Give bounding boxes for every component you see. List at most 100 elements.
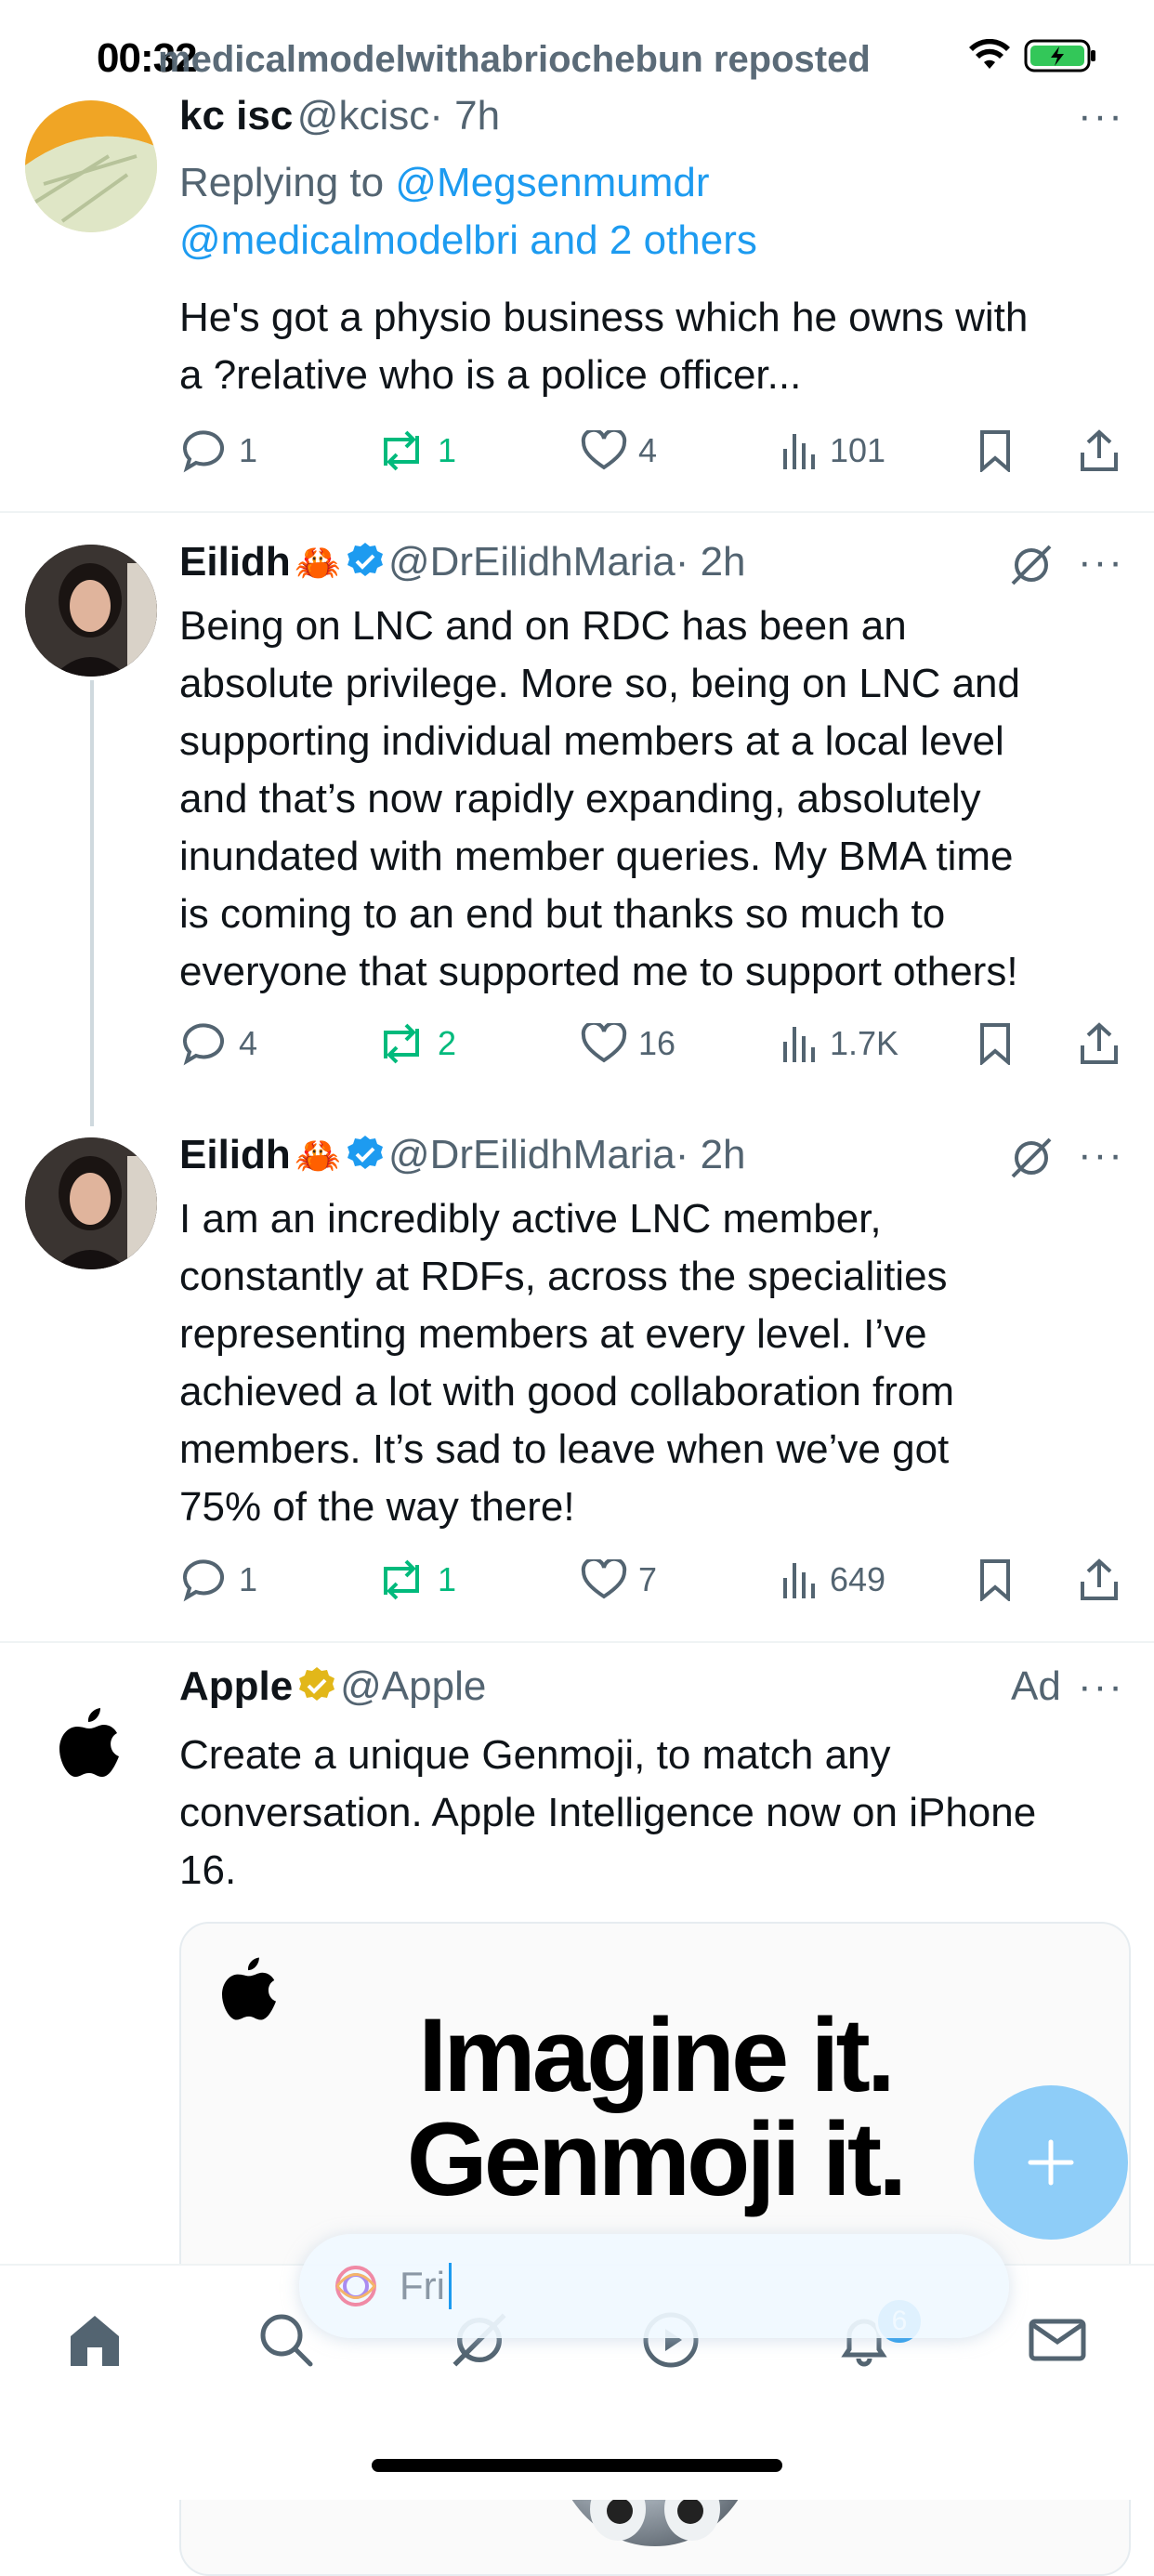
display-name[interactable]: Apple — [179, 1663, 293, 1709]
reply-button[interactable]: 4 — [179, 1021, 257, 1066]
tweet-actions: 4 2 16 1.7K — [179, 1016, 1127, 1071]
mention-link[interactable]: @medicalmodelbri and 2 others — [179, 217, 757, 263]
heart-icon — [581, 1023, 627, 1063]
home-icon — [71, 2316, 119, 2366]
nav-home[interactable] — [58, 2303, 132, 2377]
bookmark-button[interactable] — [978, 1558, 1012, 1601]
replying-to: Replying to @Megsenmumdr @medicalmodelbr… — [179, 154, 757, 269]
nav-messages[interactable] — [1020, 2303, 1095, 2377]
mention-link[interactable]: @Megsenmumdr — [395, 160, 709, 205]
share-button[interactable] — [1079, 1557, 1120, 1602]
user-handle[interactable]: @Apple — [340, 1663, 486, 1709]
tweet-text-line: is coming to an end but thanks so much t… — [179, 891, 946, 937]
divider — [0, 511, 1154, 513]
like-button[interactable]: 16 — [581, 1023, 675, 1064]
avatar-image — [25, 545, 157, 677]
more-options-icon[interactable]: ··· — [1078, 1132, 1124, 1178]
tweet-actions: 1 1 7 649 — [179, 1552, 1127, 1608]
repost-button[interactable]: 1 — [376, 1559, 456, 1600]
reply-button[interactable]: 1 — [179, 1557, 257, 1602]
view-count: 649 — [830, 1560, 886, 1598]
tweet-text-line: inundated with member queries. My BMA ti… — [179, 834, 1014, 879]
bookmark-button[interactable] — [978, 429, 1012, 472]
reply-icon — [182, 1559, 224, 1602]
repost-count: 1 — [438, 431, 457, 469]
avatar[interactable] — [25, 1137, 157, 1269]
avatar[interactable] — [25, 100, 157, 232]
like-count: 4 — [638, 431, 658, 469]
home-indicator[interactable] — [372, 2459, 782, 2472]
verified-badge-icon — [347, 543, 383, 576]
reply-count: 1 — [239, 1560, 258, 1598]
repost-button[interactable]: 1 — [376, 430, 456, 471]
reply-icon — [182, 430, 224, 473]
views-icon — [783, 1027, 815, 1062]
more-options-icon[interactable]: ··· — [1078, 1663, 1124, 1710]
view-count: 1.7K — [830, 1024, 899, 1062]
avatar[interactable] — [25, 545, 157, 677]
display-name[interactable]: Eilidh — [179, 1132, 291, 1177]
ad-headline-line: Imagine it. — [418, 1997, 896, 2113]
tweet-text-line: a ?relative who is a police officer... — [179, 352, 802, 398]
tweet-text-line: representing members at every level. I’v… — [179, 1311, 927, 1357]
repost-icon — [384, 1023, 419, 1064]
user-handle[interactable]: @DrEilidhMaria — [388, 539, 675, 585]
user-handle[interactable]: @kcisc — [297, 93, 429, 138]
tweet-time: · 7h — [429, 93, 501, 138]
like-button[interactable]: 7 — [581, 1559, 657, 1600]
share-icon — [1081, 1022, 1118, 1064]
more-options-icon[interactable]: ··· — [1078, 93, 1124, 139]
views-button[interactable]: 649 — [781, 1559, 885, 1600]
like-count: 7 — [638, 1560, 658, 1598]
user-handle[interactable]: @DrEilidhMaria — [388, 1132, 675, 1177]
repost-count: 2 — [438, 1024, 457, 1062]
reply-button[interactable]: 1 — [179, 428, 257, 473]
ad-text-line: Create a unique Genmoji, to match any — [179, 1732, 891, 1778]
share-button[interactable] — [1079, 1021, 1120, 1066]
views-icon — [783, 434, 815, 469]
compose-button[interactable] — [974, 2085, 1128, 2240]
reply-count: 1 — [239, 431, 258, 469]
grok-icon[interactable] — [1009, 543, 1054, 587]
repost-banner[interactable]: medicalmodelwithabriochebun reposted — [158, 39, 871, 81]
bookmark-button[interactable] — [978, 1022, 1012, 1065]
display-name[interactable]: Eilidh — [179, 539, 291, 585]
plus-icon — [1028, 2139, 1074, 2186]
views-button[interactable]: 101 — [781, 430, 885, 471]
reply-icon — [182, 1023, 224, 1066]
avatar-image — [25, 100, 157, 232]
like-button[interactable]: 4 — [581, 430, 657, 471]
repost-icon — [384, 1559, 419, 1600]
share-button[interactable] — [1079, 428, 1120, 473]
ad-text-line: conversation. Apple Intelligence now on … — [179, 1790, 1037, 1835]
bookmark-icon — [980, 1023, 1010, 1065]
grok-input-pill[interactable]: Fri — [299, 2234, 1009, 2338]
views-button[interactable]: 1.7K — [781, 1023, 898, 1064]
apple-intelligence-icon — [335, 2266, 376, 2307]
apple-logo-icon[interactable] — [59, 1708, 119, 1777]
tweet-time: · 2h — [675, 539, 746, 585]
view-count: 101 — [830, 431, 886, 469]
share-icon — [1081, 429, 1118, 471]
tweet-text-line: members. It’s sad to leave when we’ve go… — [179, 1426, 950, 1472]
repost-button[interactable]: 2 — [376, 1023, 456, 1064]
share-icon — [1081, 1558, 1118, 1600]
reply-count: 4 — [239, 1024, 258, 1062]
heart-icon — [581, 430, 627, 470]
wifi-icon — [969, 39, 1010, 69]
display-name[interactable]: kc isc — [179, 93, 293, 138]
tweet-text-line: achieved a lot with good collaboration f… — [179, 1369, 955, 1414]
heart-icon — [581, 1559, 627, 1599]
views-icon — [783, 1563, 815, 1598]
tweet-actions: 1 1 4 101 — [179, 423, 1127, 479]
avatar-image — [25, 1137, 157, 1269]
more-options-icon[interactable]: ··· — [1078, 539, 1124, 585]
text-cursor — [448, 2263, 452, 2309]
crab-emoji: 🦀 — [295, 543, 342, 584]
grok-icon[interactable] — [1009, 1136, 1054, 1180]
tweet-text-line: absolute privilege. More so, being on LN… — [179, 661, 1020, 706]
crab-emoji: 🦀 — [295, 1136, 342, 1176]
tweet-text-line: supporting individual members at a local… — [179, 718, 1004, 764]
grok-input-text[interactable]: Fri — [400, 2264, 445, 2308]
verified-badge-icon — [347, 1136, 383, 1169]
